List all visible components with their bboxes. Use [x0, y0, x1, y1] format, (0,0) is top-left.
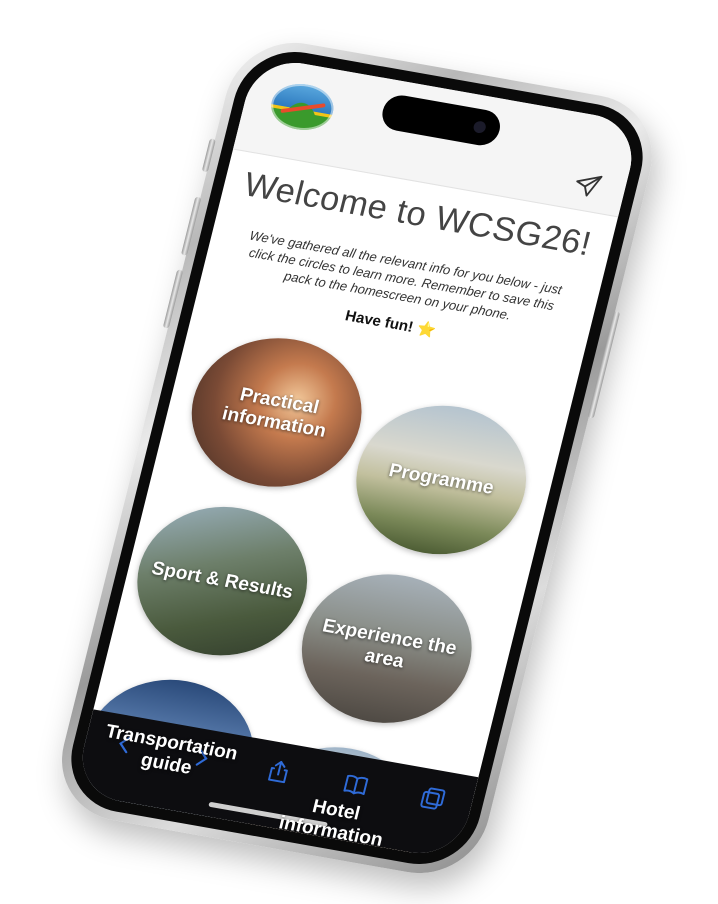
tile-programme[interactable]: Programme: [340, 392, 543, 568]
tile-sport-results[interactable]: Sport & Results: [121, 493, 324, 669]
phone-device: Welcome to WCSG26! We've gathered all th…: [47, 32, 667, 884]
phone-screen: Welcome to WCSG26! We've gathered all th…: [72, 55, 642, 861]
tile-label: Sport & Results: [149, 557, 296, 603]
wcsg-logo[interactable]: [266, 79, 339, 135]
tile-label: Experience the area: [320, 615, 459, 673]
share-icon[interactable]: [263, 757, 295, 787]
bookmarks-icon[interactable]: [340, 770, 372, 800]
star-icon: ⭐: [415, 319, 438, 340]
tile-label: Programme: [386, 459, 497, 499]
send-icon[interactable]: [569, 169, 606, 203]
tile-practical-information[interactable]: Practical information: [175, 324, 378, 500]
tile-experience-area[interactable]: Experience the area: [285, 560, 488, 736]
camera-icon: [472, 120, 488, 134]
have-fun-label: Have fun!: [343, 307, 416, 336]
tabs-icon[interactable]: [417, 784, 449, 814]
tile-label: Practical information: [220, 384, 329, 442]
